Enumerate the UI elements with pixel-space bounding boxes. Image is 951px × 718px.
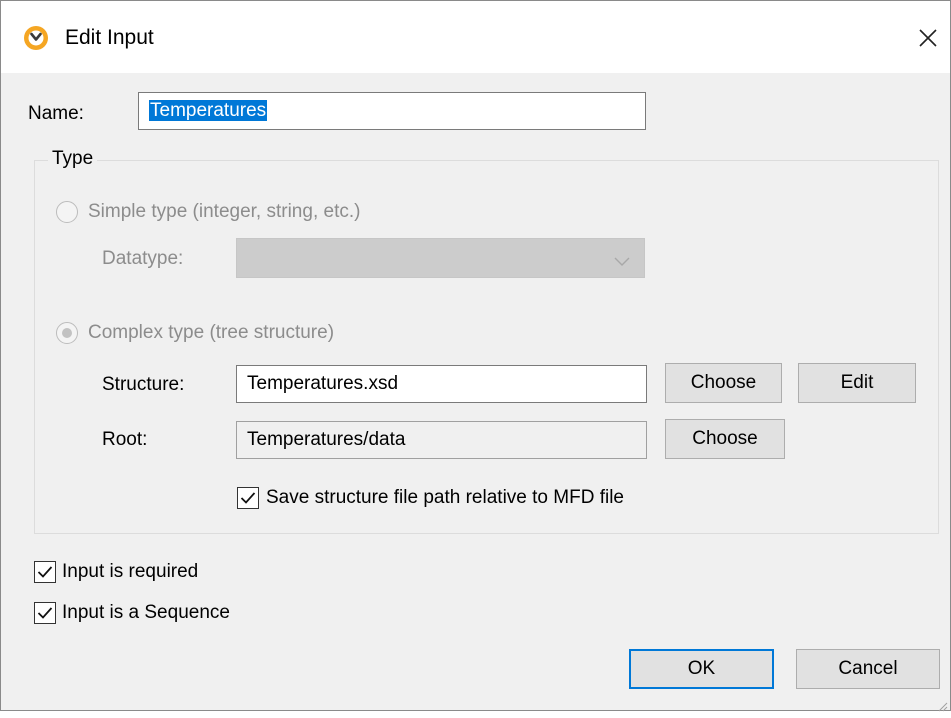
name-input-value: Temperatures — [149, 100, 268, 121]
simple-type-radio[interactable] — [56, 201, 78, 223]
save-relative-checkbox[interactable] — [237, 487, 259, 509]
structure-input-value: Temperatures.xsd — [247, 373, 399, 394]
simple-type-label: Simple type (integer, string, etc.) — [88, 201, 361, 222]
datatype-label: Datatype: — [102, 248, 184, 269]
complex-type-radio[interactable] — [56, 322, 78, 344]
input-required-checkbox[interactable] — [34, 561, 56, 583]
input-sequence-checkbox[interactable] — [34, 602, 56, 624]
input-required-label: Input is required — [62, 561, 199, 582]
root-choose-button[interactable]: Choose — [665, 419, 785, 459]
resize-grip-icon[interactable] — [936, 696, 948, 712]
structure-input[interactable]: Temperatures.xsd — [236, 365, 647, 403]
edit-input-dialog: Edit Input Name: Temperatures Type Simpl… — [0, 0, 951, 712]
root-label: Root: — [102, 429, 148, 450]
chevron-down-icon — [614, 251, 630, 266]
complex-type-label: Complex type (tree structure) — [88, 322, 335, 343]
cancel-button[interactable]: Cancel — [796, 649, 940, 689]
window-title: Edit Input — [65, 26, 154, 49]
structure-label: Structure: — [102, 374, 185, 395]
structure-edit-button[interactable]: Edit — [798, 363, 916, 403]
altova-mapforce-icon — [23, 25, 49, 51]
close-icon[interactable] — [913, 23, 943, 53]
root-input-value: Temperatures/data — [247, 429, 406, 450]
structure-choose-button[interactable]: Choose — [665, 363, 782, 403]
type-group-title: Type — [48, 147, 98, 171]
name-label: Name: — [28, 103, 84, 124]
root-input[interactable]: Temperatures/data — [236, 421, 647, 459]
name-input[interactable]: Temperatures — [138, 92, 646, 130]
datatype-select[interactable] — [236, 238, 645, 278]
title-bar: Edit Input — [1, 1, 950, 73]
ok-button[interactable]: OK — [629, 649, 774, 689]
input-sequence-label: Input is a Sequence — [62, 602, 230, 623]
save-relative-label: Save structure file path relative to MFD… — [266, 487, 624, 508]
